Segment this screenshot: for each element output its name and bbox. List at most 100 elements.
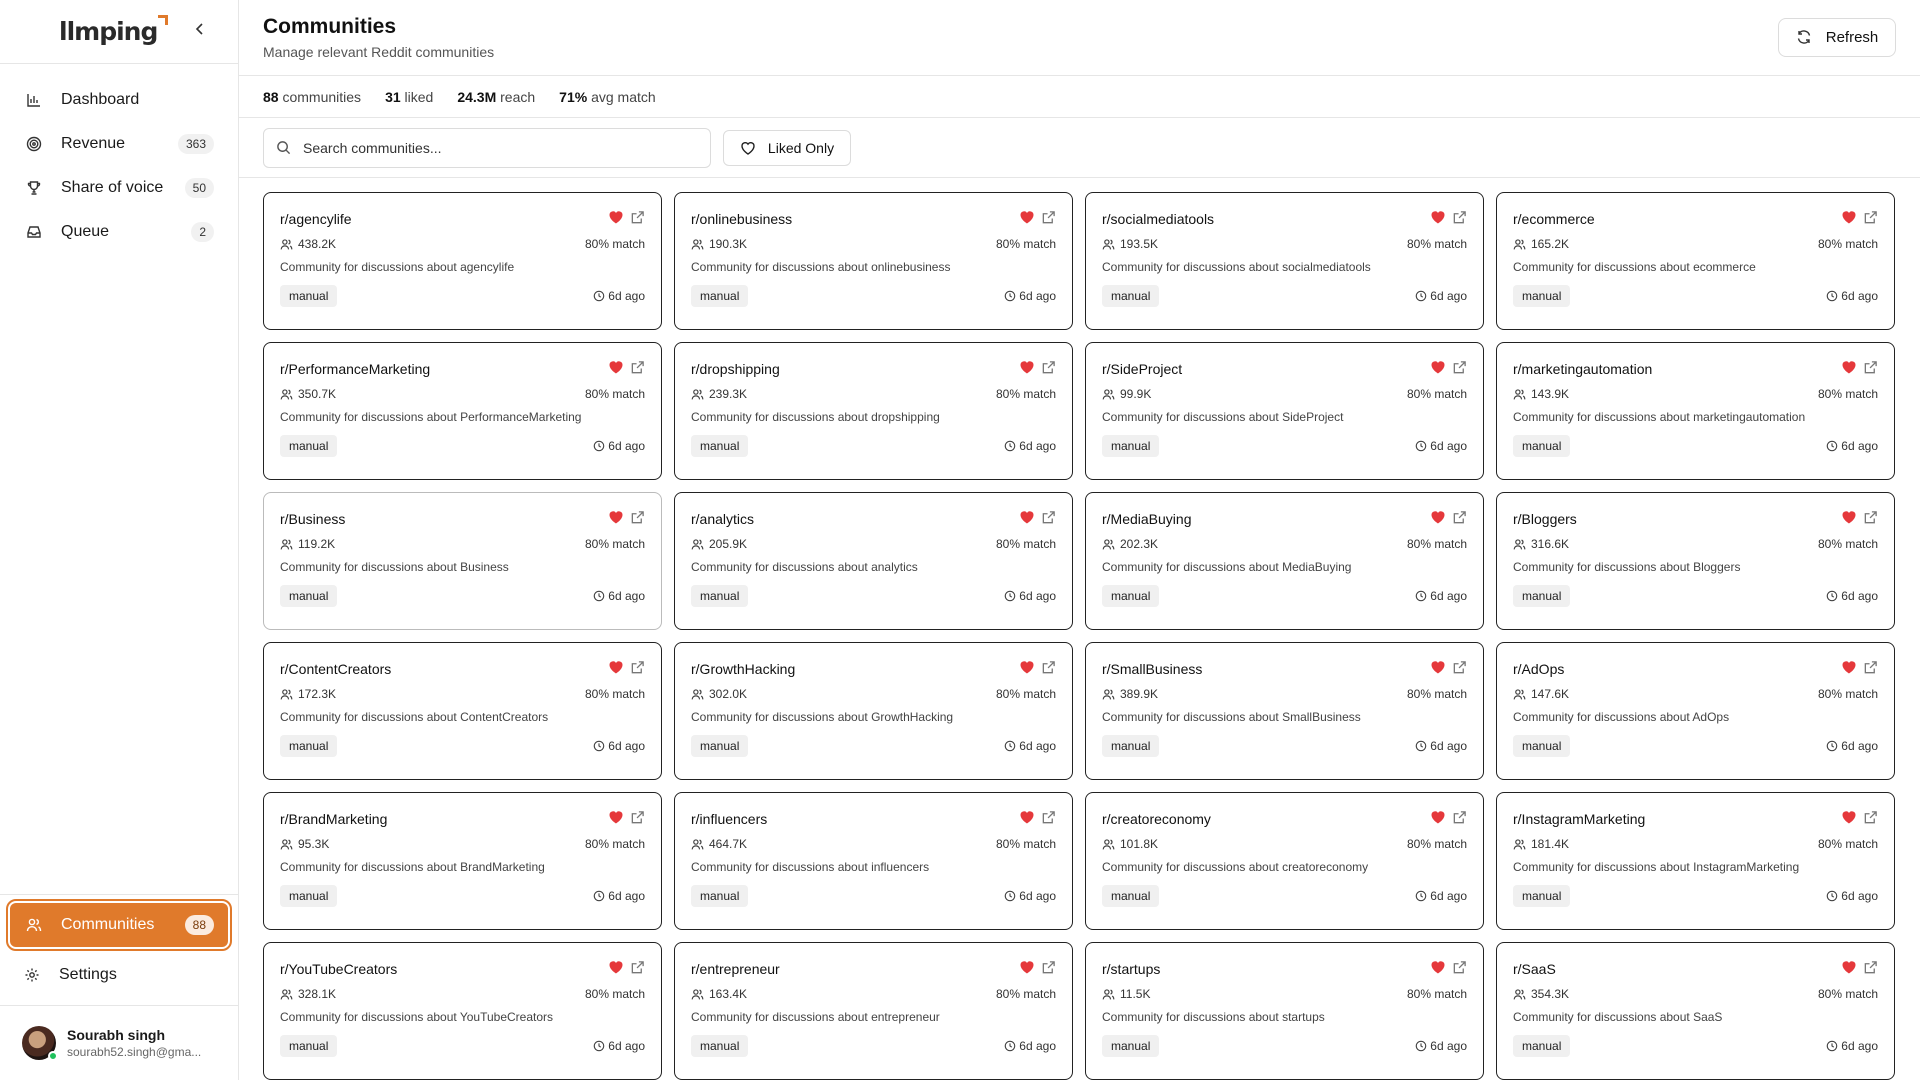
external-link-icon[interactable] xyxy=(630,810,645,825)
external-link-icon[interactable] xyxy=(1863,210,1878,225)
external-link-icon[interactable] xyxy=(630,660,645,675)
community-name[interactable]: r/Bloggers xyxy=(1513,511,1577,527)
external-link-icon[interactable] xyxy=(1452,810,1467,825)
community-card[interactable]: r/socialmediatools 193.5K 80% match Comm… xyxy=(1085,192,1484,331)
external-link-icon[interactable] xyxy=(1041,810,1056,825)
heart-filled-icon[interactable] xyxy=(608,209,624,225)
community-card[interactable]: r/GrowthHacking 302.0K 80% match Communi… xyxy=(674,642,1073,781)
community-card[interactable]: r/SmallBusiness 389.9K 80% match Communi… xyxy=(1085,642,1484,781)
community-card[interactable]: r/BrandMarketing 95.3K 80% match Communi… xyxy=(263,792,662,931)
heart-filled-icon[interactable] xyxy=(1430,509,1446,525)
external-link-icon[interactable] xyxy=(1041,210,1056,225)
user-profile[interactable]: Sourabh singh sourabh52.singh@gma... xyxy=(0,1005,238,1080)
community-card[interactable]: r/YouTubeCreators 328.1K 80% match Commu… xyxy=(263,942,662,1080)
community-card[interactable]: r/SideProject 99.9K 80% match Community … xyxy=(1085,342,1484,481)
liked-only-button[interactable]: Liked Only xyxy=(723,129,851,166)
community-card[interactable]: r/Bloggers 316.6K 80% match Community fo… xyxy=(1496,492,1895,631)
sidebar-item-share-of-voice[interactable]: Share of voice 50 xyxy=(10,166,228,210)
community-name[interactable]: r/AdOps xyxy=(1513,661,1564,677)
external-link-icon[interactable] xyxy=(1863,810,1878,825)
community-name[interactable]: r/influencers xyxy=(691,811,767,827)
community-card[interactable]: r/ContentCreators 172.3K 80% match Commu… xyxy=(263,642,662,781)
heart-filled-icon[interactable] xyxy=(608,359,624,375)
external-link-icon[interactable] xyxy=(630,510,645,525)
community-name[interactable]: r/SideProject xyxy=(1102,361,1182,377)
heart-filled-icon[interactable] xyxy=(1841,809,1857,825)
community-card[interactable]: r/marketingautomation 143.9K 80% match C… xyxy=(1496,342,1895,481)
community-name[interactable]: r/YouTubeCreators xyxy=(280,961,397,977)
sidebar-item-queue[interactable]: Queue 2 xyxy=(10,210,228,254)
external-link-icon[interactable] xyxy=(1452,660,1467,675)
community-name[interactable]: r/ContentCreators xyxy=(280,661,391,677)
heart-filled-icon[interactable] xyxy=(1019,959,1035,975)
external-link-icon[interactable] xyxy=(1041,360,1056,375)
community-name[interactable]: r/BrandMarketing xyxy=(280,811,387,827)
community-name[interactable]: r/GrowthHacking xyxy=(691,661,795,677)
sidebar-item-dashboard[interactable]: Dashboard xyxy=(10,78,228,122)
community-name[interactable]: r/marketingautomation xyxy=(1513,361,1652,377)
heart-filled-icon[interactable] xyxy=(1430,209,1446,225)
external-link-icon[interactable] xyxy=(630,210,645,225)
community-card[interactable]: r/dropshipping 239.3K 80% match Communit… xyxy=(674,342,1073,481)
community-card[interactable]: r/startups 11.5K 80% match Community for… xyxy=(1085,942,1484,1080)
search-input[interactable] xyxy=(303,139,683,156)
external-link-icon[interactable] xyxy=(1041,660,1056,675)
community-card[interactable]: r/InstagramMarketing 181.4K 80% match Co… xyxy=(1496,792,1895,931)
community-name[interactable]: r/InstagramMarketing xyxy=(1513,811,1645,827)
community-card[interactable]: r/analytics 205.9K 80% match Community f… xyxy=(674,492,1073,631)
heart-filled-icon[interactable] xyxy=(608,959,624,975)
community-name[interactable]: r/ecommerce xyxy=(1513,211,1595,227)
heart-filled-icon[interactable] xyxy=(1841,359,1857,375)
heart-filled-icon[interactable] xyxy=(1019,359,1035,375)
community-card[interactable]: r/influencers 464.7K 80% match Community… xyxy=(674,792,1073,931)
heart-filled-icon[interactable] xyxy=(1430,809,1446,825)
heart-filled-icon[interactable] xyxy=(1019,509,1035,525)
community-name[interactable]: r/SaaS xyxy=(1513,961,1556,977)
logo[interactable]: llmping xyxy=(59,15,169,46)
heart-filled-icon[interactable] xyxy=(608,659,624,675)
community-card[interactable]: r/AdOps 147.6K 80% match Community for d… xyxy=(1496,642,1895,781)
external-link-icon[interactable] xyxy=(1452,510,1467,525)
community-card[interactable]: r/MediaBuying 202.3K 80% match Community… xyxy=(1085,492,1484,631)
heart-filled-icon[interactable] xyxy=(1430,659,1446,675)
external-link-icon[interactable] xyxy=(1452,960,1467,975)
community-card[interactable]: r/Business 119.2K 80% match Community fo… xyxy=(263,492,662,631)
external-link-icon[interactable] xyxy=(630,960,645,975)
community-name[interactable]: r/PerformanceMarketing xyxy=(280,361,430,377)
external-link-icon[interactable] xyxy=(630,360,645,375)
community-name[interactable]: r/analytics xyxy=(691,511,754,527)
community-name[interactable]: r/Business xyxy=(280,511,345,527)
community-card[interactable]: r/ecommerce 165.2K 80% match Community f… xyxy=(1496,192,1895,331)
sidebar-item-revenue[interactable]: Revenue 363 xyxy=(10,122,228,166)
heart-filled-icon[interactable] xyxy=(1430,959,1446,975)
community-name[interactable]: r/agencylife xyxy=(280,211,352,227)
heart-filled-icon[interactable] xyxy=(608,509,624,525)
heart-filled-icon[interactable] xyxy=(608,809,624,825)
sidebar-item-communities[interactable]: Communities 88 xyxy=(6,899,232,951)
external-link-icon[interactable] xyxy=(1041,510,1056,525)
external-link-icon[interactable] xyxy=(1863,660,1878,675)
community-name[interactable]: r/SmallBusiness xyxy=(1102,661,1202,677)
community-name[interactable]: r/creatoreconomy xyxy=(1102,811,1211,827)
heart-filled-icon[interactable] xyxy=(1019,209,1035,225)
community-card[interactable]: r/creatoreconomy 101.8K 80% match Commun… xyxy=(1085,792,1484,931)
community-card[interactable]: r/onlinebusiness 190.3K 80% match Commun… xyxy=(674,192,1073,331)
community-name[interactable]: r/startups xyxy=(1102,961,1160,977)
external-link-icon[interactable] xyxy=(1863,960,1878,975)
community-name[interactable]: r/socialmediatools xyxy=(1102,211,1214,227)
community-name[interactable]: r/onlinebusiness xyxy=(691,211,792,227)
sidebar-item-settings[interactable]: Settings xyxy=(8,953,230,997)
community-name[interactable]: r/entrepreneur xyxy=(691,961,780,977)
community-card[interactable]: r/PerformanceMarketing 350.7K 80% match … xyxy=(263,342,662,481)
community-name[interactable]: r/MediaBuying xyxy=(1102,511,1192,527)
heart-filled-icon[interactable] xyxy=(1019,659,1035,675)
chevron-left-icon[interactable] xyxy=(192,21,208,42)
external-link-icon[interactable] xyxy=(1452,210,1467,225)
heart-filled-icon[interactable] xyxy=(1841,659,1857,675)
community-card[interactable]: r/agencylife 438.2K 80% match Community … xyxy=(263,192,662,331)
heart-filled-icon[interactable] xyxy=(1841,209,1857,225)
community-card[interactable]: r/entrepreneur 163.4K 80% match Communit… xyxy=(674,942,1073,1080)
heart-filled-icon[interactable] xyxy=(1841,959,1857,975)
external-link-icon[interactable] xyxy=(1041,960,1056,975)
community-name[interactable]: r/dropshipping xyxy=(691,361,780,377)
